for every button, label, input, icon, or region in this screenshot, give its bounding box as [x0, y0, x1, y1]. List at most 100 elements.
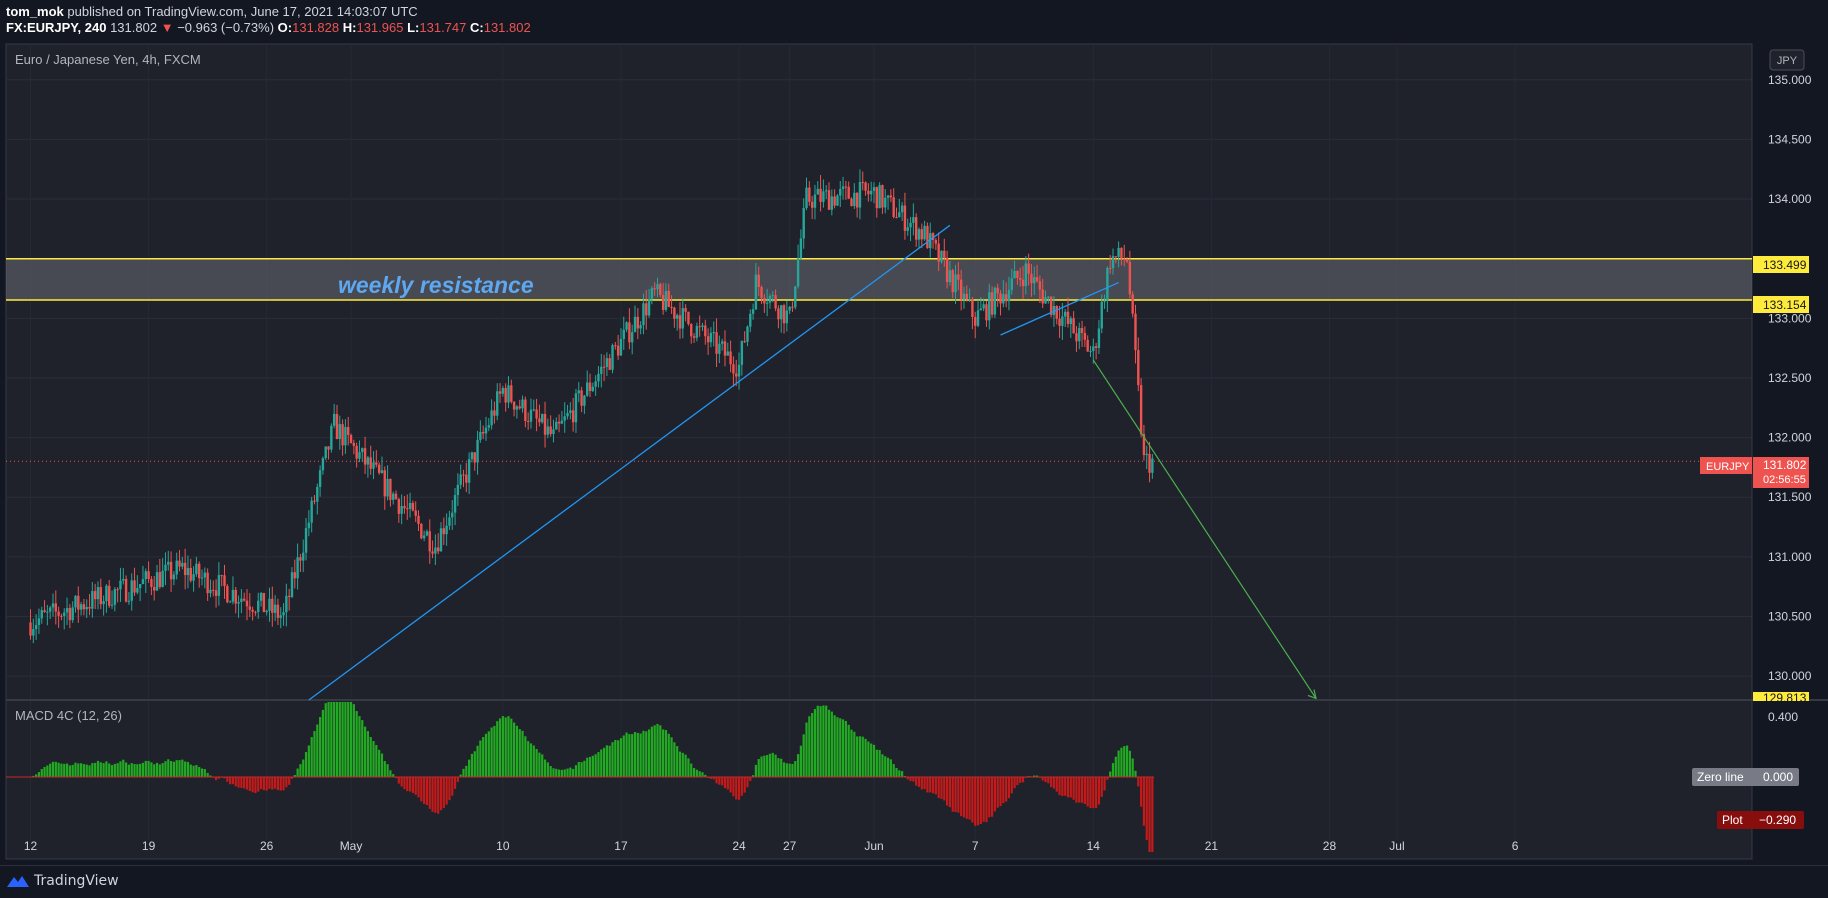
candle-body — [636, 316, 640, 329]
candle-body — [968, 299, 971, 301]
candle-body — [307, 522, 311, 529]
candle-body — [251, 609, 254, 612]
candle-body — [439, 528, 443, 552]
candle-body — [510, 385, 513, 402]
candle-body — [181, 562, 184, 567]
macd-bar — [574, 765, 578, 777]
candle-body — [116, 589, 119, 591]
macd-bar — [175, 760, 178, 777]
macd-bar — [937, 777, 940, 799]
candle-body — [147, 571, 150, 580]
candle-body — [816, 188, 819, 195]
candle-body — [619, 338, 623, 356]
macd-bar — [510, 718, 513, 777]
macd-bar — [229, 777, 232, 785]
candle-body — [456, 484, 460, 496]
candle-body — [127, 600, 131, 602]
macd-bar — [1066, 777, 1070, 798]
candle-body — [57, 611, 60, 616]
macd-bar — [453, 777, 457, 789]
candle-body — [285, 595, 288, 613]
candle-body — [268, 598, 271, 611]
macd-bar — [1078, 777, 1081, 803]
candle-body — [496, 391, 499, 416]
macd-bar — [617, 740, 620, 777]
macd-bar — [816, 705, 819, 777]
price-tick-label: 134.500 — [1768, 132, 1812, 146]
candle-body — [1038, 281, 1042, 290]
macd-bar — [515, 725, 519, 777]
candle-body — [223, 575, 226, 587]
candle-body — [51, 603, 55, 608]
macd-bar — [68, 765, 71, 777]
macd-bar — [116, 763, 119, 777]
candle-body — [633, 316, 637, 333]
candle-body — [962, 293, 966, 300]
macd-bar — [378, 749, 381, 777]
candle-body — [141, 579, 145, 584]
macd-bar — [771, 752, 774, 777]
candle-body — [1021, 279, 1025, 287]
candle-body — [979, 308, 983, 311]
candle-body — [813, 194, 817, 208]
macd-bar — [583, 760, 586, 777]
macd-bar — [1128, 750, 1131, 777]
candle-body — [130, 580, 133, 601]
macd-bar — [667, 733, 670, 777]
candle-body — [532, 409, 535, 411]
candle-body — [825, 190, 828, 192]
candle-body — [102, 601, 105, 605]
macd-bar — [552, 768, 555, 777]
candle-body — [723, 341, 727, 356]
macd-bar — [577, 761, 580, 777]
candle-body — [833, 196, 836, 206]
candle-body — [60, 615, 63, 617]
macd-bar — [844, 720, 847, 777]
time-tick-label: May — [340, 839, 363, 853]
macd-bar — [940, 777, 943, 799]
macd-bar — [782, 762, 786, 777]
macd-bar — [231, 777, 235, 785]
candle-body — [1134, 313, 1137, 351]
candle-body — [1061, 316, 1064, 326]
macd-bar — [560, 769, 564, 777]
candle-body — [653, 288, 656, 290]
candle-body — [282, 612, 285, 616]
candle-body — [701, 325, 704, 327]
candle-body — [110, 604, 114, 606]
candle-body — [1055, 305, 1058, 319]
macd-bar — [676, 746, 679, 777]
candle-body — [332, 413, 336, 426]
macd-bar — [715, 777, 718, 784]
candle-body — [321, 458, 325, 471]
macd-bar — [285, 777, 288, 788]
macd-bar — [588, 756, 592, 777]
macd-bar — [1044, 777, 1047, 783]
macd-bar — [861, 736, 864, 777]
time-tick-label: 26 — [260, 839, 274, 853]
candle-body — [732, 364, 735, 374]
candle-body — [228, 601, 232, 603]
macd-bar — [645, 731, 648, 777]
candle-body — [481, 431, 485, 434]
macd-bar — [993, 777, 997, 812]
candle-body — [957, 274, 960, 280]
tradingview-brand[interactable]: TradingView — [34, 873, 119, 889]
macd-bar — [507, 716, 510, 777]
tradingview-logo-icon[interactable] — [6, 873, 30, 889]
candle-body — [1024, 263, 1028, 287]
candle-body — [735, 373, 738, 377]
macd-bar — [884, 756, 887, 777]
candle-body — [985, 304, 988, 321]
candle-body — [771, 295, 774, 297]
macd-bar — [723, 777, 727, 789]
macd-bar — [892, 764, 895, 777]
candle-body — [774, 295, 777, 309]
candle-body — [926, 225, 929, 249]
chart-canvas[interactable]: Euro / Japanese Yen, 4h, FXCM JPY weekly… — [0, 0, 1828, 865]
macd-bar — [240, 777, 243, 788]
macd-bar — [91, 763, 94, 777]
candle-body — [158, 572, 162, 587]
candle-body — [839, 188, 842, 196]
macd-bar — [780, 758, 783, 777]
